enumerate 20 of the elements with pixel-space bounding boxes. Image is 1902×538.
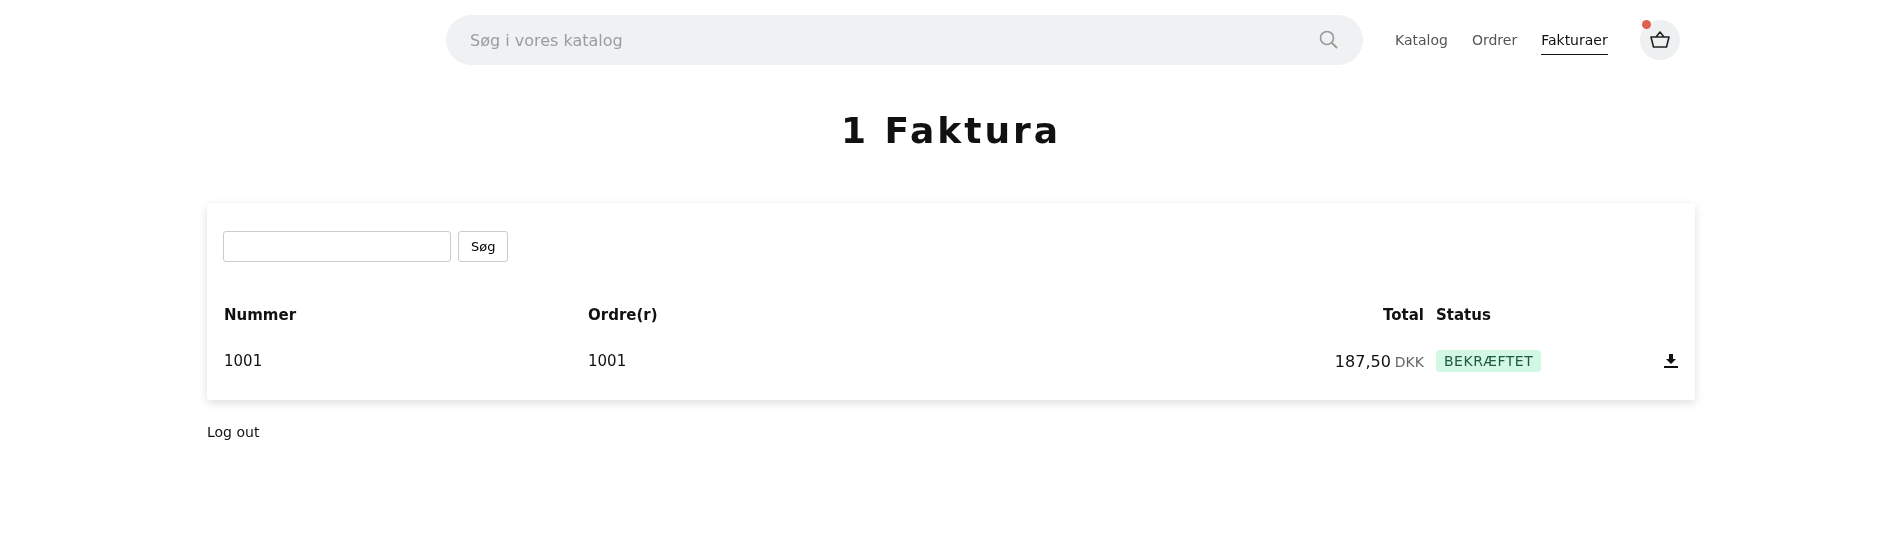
currency: DKK	[1394, 353, 1424, 370]
table-cell-text: 1001	[588, 352, 628, 370]
column-header: Total	[1382, 306, 1424, 324]
amount: 187,50	[1334, 351, 1391, 371]
column-header: Ordre(r)	[588, 306, 659, 324]
nav-link[interactable]: Fakturaer	[1541, 25, 1608, 55]
download-icon[interactable]	[1664, 354, 1678, 368]
table-cell-text: 1001	[224, 352, 264, 370]
search-field[interactable]: Søg i vores katalog	[446, 15, 1363, 65]
nav-link[interactable]: Katalog	[1395, 25, 1448, 55]
basket-icon	[1649, 31, 1670, 49]
logout-link[interactable]: Log out	[207, 424, 260, 440]
search-button[interactable]: Søg	[458, 231, 509, 262]
nav-link[interactable]: Ordrer	[1471, 25, 1518, 55]
column-header: Status	[1436, 306, 1492, 324]
filter-input[interactable]	[223, 231, 451, 262]
status-badge: BEKRÆFTET	[1436, 350, 1542, 372]
cart-button[interactable]	[1639, 20, 1680, 60]
page-title: 1 Faktura	[839, 110, 1063, 151]
column-header: Nummer	[224, 306, 298, 324]
